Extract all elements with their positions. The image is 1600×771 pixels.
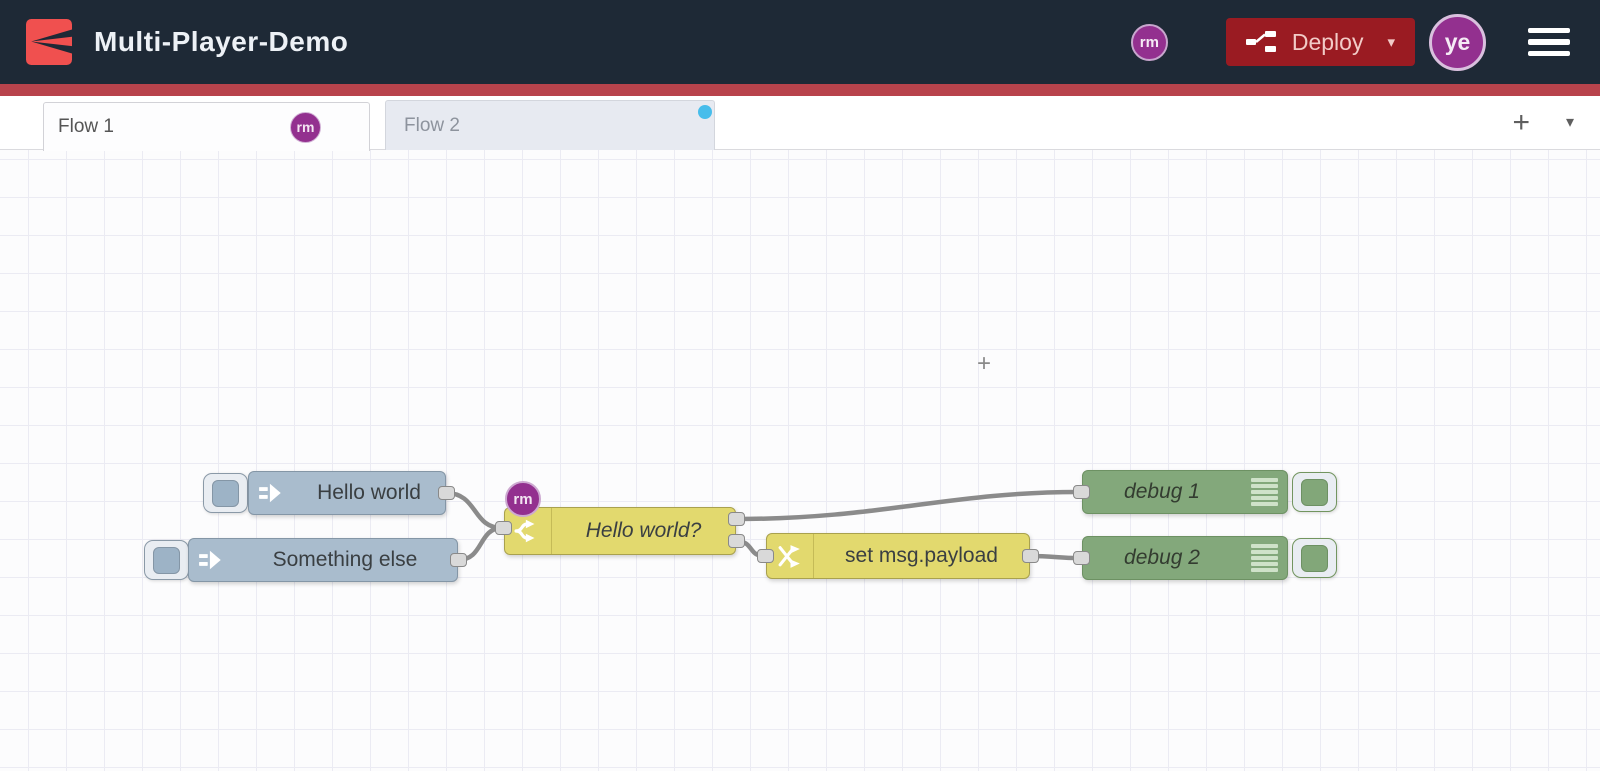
wire-switch-debug1[interactable] <box>735 489 1079 522</box>
inject-arrow-icon <box>189 539 233 581</box>
port-out-change[interactable] <box>1022 549 1039 563</box>
debug-lines-icon <box>1241 471 1287 513</box>
tab-flow-2-label: Flow 2 <box>404 115 460 136</box>
mouse-cursor: + <box>977 350 992 377</box>
tab-collaborator-badge: rm <box>290 111 321 143</box>
page-title: Multi-Player-Demo <box>94 26 349 57</box>
node-debug-1[interactable]: debug 1 <box>1082 470 1288 514</box>
inject-trigger-button[interactable] <box>203 473 248 513</box>
node-change-set-msg-payload[interactable]: set msg.payload <box>766 533 1030 579</box>
port-in-switch[interactable] <box>495 521 512 535</box>
user-avatar[interactable]: ye <box>1429 13 1486 71</box>
node-label: set msg.payload <box>845 544 998 567</box>
node-label: Hello world <box>317 481 421 504</box>
node-label: debug 2 <box>1124 546 1200 569</box>
unread-dot <box>698 105 712 119</box>
header-accent-divider <box>0 84 1600 96</box>
wire-layer <box>445 489 1079 563</box>
node-red-logo-icon <box>26 19 72 65</box>
node-debug-2[interactable]: debug 2 <box>1082 536 1288 580</box>
editing-collaborator-badge: rm <box>505 481 541 517</box>
wire-inject1-switch[interactable] <box>445 490 503 531</box>
tab-flow-1[interactable]: Flow 1 rm <box>43 102 370 151</box>
port-in-change[interactable] <box>757 549 774 563</box>
node-label: Something else <box>272 548 418 571</box>
debug-toggle-button[interactable] <box>1292 472 1337 512</box>
add-flow-button[interactable]: + <box>1512 107 1530 138</box>
port-out2-switch[interactable] <box>728 534 745 548</box>
hamburger-menu-icon <box>1528 27 1570 34</box>
port-out-inject1[interactable] <box>438 486 455 500</box>
port-in-debug1[interactable] <box>1073 485 1090 499</box>
inject-arrow-icon <box>249 472 293 514</box>
debug-lines-icon <box>1241 537 1287 579</box>
deploy-nodes-icon <box>1245 31 1276 52</box>
node-switch-hello-world[interactable]: Hello world? <box>504 507 736 555</box>
flow-workspace[interactable]: Hello world Something else Hello world? <box>0 150 1600 771</box>
node-label: Hello world? <box>585 519 702 542</box>
port-out-inject2[interactable] <box>450 553 467 567</box>
deploy-button[interactable]: Deploy ▾ <box>1225 18 1415 66</box>
chevron-down-icon[interactable]: ▾ <box>1387 33 1395 51</box>
main-menu-button[interactable] <box>1528 24 1570 61</box>
node-inject-hello-world[interactable]: Hello world <box>248 471 446 515</box>
flow-tab-bar: Flow 1 rm Flow 2 + ▾ <box>0 96 1600 151</box>
flow-list-caret-icon[interactable]: ▾ <box>1566 114 1574 131</box>
node-inject-something-else[interactable]: Something else <box>188 538 458 582</box>
debug-toggle-button[interactable] <box>1292 538 1337 578</box>
app-header: Multi-Player-Demo rm Deploy ▾ ye <box>0 0 1600 84</box>
deploy-label: Deploy <box>1291 28 1364 55</box>
collaborator-avatar[interactable]: rm <box>1130 23 1168 61</box>
inject-trigger-button[interactable] <box>144 540 189 580</box>
tab-flow-2[interactable]: Flow 2 <box>385 100 715 151</box>
tab-flow-1-label: Flow 1 <box>58 116 114 137</box>
change-shuffle-icon <box>767 534 814 578</box>
port-in-debug2[interactable] <box>1073 551 1090 565</box>
node-label: debug 1 <box>1124 480 1200 503</box>
port-out1-switch[interactable] <box>728 512 745 526</box>
